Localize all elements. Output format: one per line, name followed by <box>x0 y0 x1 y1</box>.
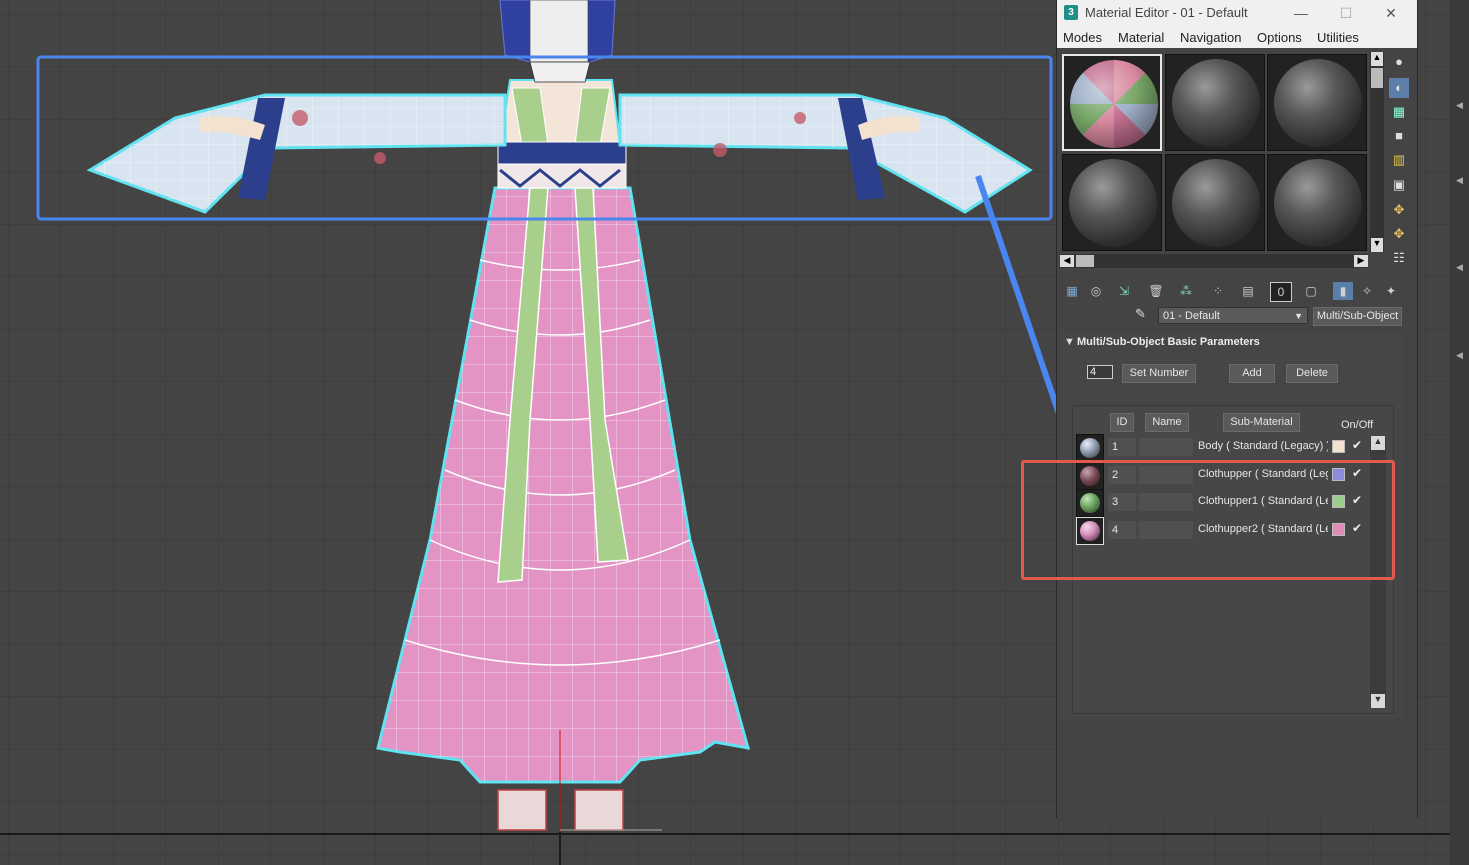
chevron-down-icon: ▼ <box>1294 311 1303 321</box>
id-field[interactable]: 1 <box>1108 438 1136 456</box>
uv-tiling-icon[interactable]: ■ <box>1389 126 1409 146</box>
material-navigator-icon[interactable]: ☷ <box>1389 248 1409 268</box>
material-sphere <box>1172 59 1260 147</box>
sort-submaterial-button[interactable]: Sub-Material <box>1223 413 1300 432</box>
options-icon[interactable]: ✥ <box>1389 200 1409 220</box>
material-sphere <box>1274 159 1362 247</box>
on-off-header: On/Off <box>1341 419 1374 431</box>
sample-slot-2[interactable] <box>1165 54 1265 151</box>
put-to-library-icon[interactable]: ▤ <box>1238 282 1258 300</box>
name-field[interactable] <box>1139 438 1193 456</box>
torso-mesh <box>497 79 627 189</box>
material-sphere <box>1172 159 1260 247</box>
show-shaded-icon[interactable]: ▢ <box>1301 282 1321 300</box>
sort-name-button[interactable]: Name <box>1145 413 1189 432</box>
sub-material-highlight-box <box>1021 460 1395 580</box>
material-sphere <box>1069 159 1157 247</box>
menu-utilities[interactable]: Utilities <box>1317 30 1359 45</box>
app-logo-icon: 3 <box>1064 5 1078 20</box>
put-to-scene-icon[interactable]: ◎ <box>1086 282 1106 300</box>
material-name-dropdown[interactable]: 01 - Default ▼ <box>1158 307 1308 324</box>
sample-slot-6[interactable] <box>1267 154 1367 251</box>
material-id-channel-icon[interactable]: 0 <box>1270 282 1292 302</box>
scroll-down-icon[interactable]: ▼ <box>1371 694 1385 708</box>
count-input[interactable]: 4 <box>1087 365 1113 379</box>
background-icon[interactable]: ▦ <box>1389 102 1409 122</box>
copy-material-icon[interactable]: ⁂ <box>1176 282 1196 300</box>
make-unique-icon[interactable]: ⁘ <box>1208 282 1228 300</box>
go-forward-sibling-icon[interactable]: ✦ <box>1381 282 1401 300</box>
make-preview-icon[interactable]: ▣ <box>1389 175 1409 195</box>
scroll-right-icon[interactable]: ▶ <box>1354 255 1368 267</box>
maximize-button[interactable]: ☐ <box>1332 3 1360 23</box>
sample-type-icon[interactable]: ● <box>1389 52 1409 72</box>
menu-bar: Modes Material Navigation Options Utilit… <box>1057 26 1417 48</box>
collapse-icon[interactable]: ◀ <box>1456 100 1463 111</box>
menu-navigation[interactable]: Navigation <box>1180 30 1241 45</box>
assign-to-selection-icon[interactable]: ⇲ <box>1114 282 1134 300</box>
collapse-icon[interactable]: ◀ <box>1456 175 1463 186</box>
material-name-value: 01 - Default <box>1163 310 1220 322</box>
scroll-left-icon[interactable]: ◀ <box>1060 255 1074 267</box>
scroll-up-icon[interactable]: ▲ <box>1371 52 1383 66</box>
sample-slot-3[interactable] <box>1267 54 1367 151</box>
material-sphere <box>1070 60 1158 148</box>
sample-slot-1[interactable] <box>1062 54 1162 151</box>
rollout-collapse-icon[interactable]: ▼ <box>1064 336 1075 348</box>
show-end-result-icon[interactable]: ▮ <box>1333 282 1353 300</box>
window-title: Material Editor - 01 - Default <box>1085 5 1248 20</box>
reset-material-icon[interactable]: 🗑 <box>1146 282 1166 300</box>
title-bar[interactable]: 3 Material Editor - 01 - Default — ☐ ✕ <box>1057 0 1417 26</box>
video-color-check-icon[interactable]: ▥ <box>1389 150 1409 170</box>
scroll-thumb[interactable] <box>1371 68 1383 88</box>
sample-slot-5[interactable] <box>1165 154 1265 251</box>
sub-material-button[interactable]: Body ( Standard (Legacy) ) <box>1198 440 1328 452</box>
scroll-up-icon[interactable]: ▲ <box>1371 436 1385 450</box>
on-off-checkbox[interactable]: ✔ <box>1352 438 1366 452</box>
minimize-button[interactable]: — <box>1287 3 1315 23</box>
go-to-parent-icon[interactable]: ✧ <box>1357 282 1377 300</box>
collapse-icon[interactable]: ◀ <box>1456 262 1463 273</box>
scroll-down-icon[interactable]: ▼ <box>1371 238 1383 252</box>
eyedropper-icon[interactable]: ✎ <box>1135 306 1151 324</box>
delete-button[interactable]: Delete <box>1286 364 1338 383</box>
material-sphere-icon <box>1080 438 1100 458</box>
menu-options[interactable]: Options <box>1257 30 1302 45</box>
sample-slot-4[interactable] <box>1062 154 1162 251</box>
collapse-icon[interactable]: ◀ <box>1456 350 1463 361</box>
sub-material-row-1[interactable]: 1 Body ( Standard (Legacy) ) ✔ <box>1074 434 1392 462</box>
backlight-icon[interactable]: ◐ <box>1389 78 1409 98</box>
close-button[interactable]: ✕ <box>1377 3 1405 23</box>
slot-vscrollbar[interactable]: ▲ ▼ <box>1370 52 1384 252</box>
material-sphere <box>1274 59 1362 147</box>
scroll-hthumb[interactable] <box>1076 255 1094 267</box>
get-material-icon[interactable]: ▦ <box>1062 282 1082 300</box>
set-number-button[interactable]: Set Number <box>1122 364 1196 383</box>
menu-material[interactable]: Material <box>1118 30 1164 45</box>
rollout-title[interactable]: Multi/Sub-Object Basic Parameters <box>1077 336 1260 348</box>
slot-hscrollbar[interactable]: ◀ ▶ <box>1060 254 1368 268</box>
sub-material-preview[interactable] <box>1076 434 1104 462</box>
sort-id-button[interactable]: ID <box>1110 413 1134 432</box>
add-button[interactable]: Add <box>1229 364 1275 383</box>
material-type-button[interactable]: Multi/Sub-Object <box>1313 307 1402 326</box>
right-edge-panel: ◀ ◀ ◀ ◀ <box>1450 0 1469 865</box>
menu-modes[interactable]: Modes <box>1063 30 1102 45</box>
color-swatch[interactable] <box>1332 440 1345 453</box>
select-by-material-icon[interactable]: ✥ <box>1389 224 1409 244</box>
